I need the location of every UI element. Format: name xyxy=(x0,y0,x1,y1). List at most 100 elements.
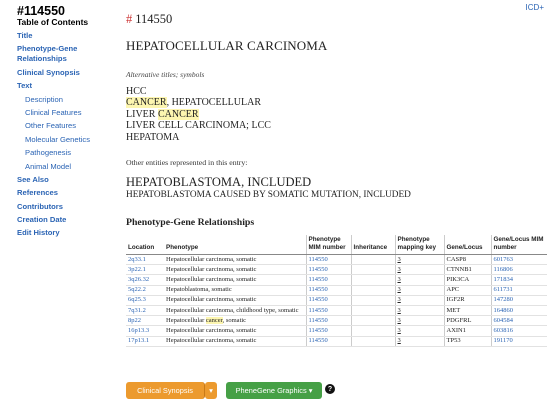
phenotype-text: Hepatocellular carcinoma, somatic xyxy=(166,265,257,273)
phenotype-text: Hepatocellular carcinoma, somatic xyxy=(166,326,257,334)
mapping-key-cell[interactable]: 3 xyxy=(394,336,444,347)
toc-item-clinical-features[interactable]: Clinical Features xyxy=(17,108,109,118)
toc-item-molecular-genetics[interactable]: Molecular Genetics xyxy=(17,135,109,145)
table-header-row: Location Phenotype Phenotype MIM number … xyxy=(126,235,547,255)
gene-locus-cell: CTNNB1 xyxy=(443,264,491,276)
inheritance-cell xyxy=(350,274,395,286)
inheritance-cell xyxy=(350,325,395,337)
phenotype-mim-cell[interactable]: 114550 xyxy=(305,295,351,307)
mapping-key-cell[interactable]: 3 xyxy=(394,305,444,317)
gene-mim-cell[interactable]: 191170 xyxy=(490,336,547,347)
location-cell[interactable]: 3p22.1 xyxy=(126,264,164,276)
location-cell[interactable]: 7q31.2 xyxy=(126,305,164,317)
gene-mim-cell[interactable]: 604584 xyxy=(490,315,547,327)
other-entities-label: Other entities represented in this entry… xyxy=(126,158,248,167)
phenotype-cell: Hepatocellular carcinoma, childhood type… xyxy=(164,305,306,317)
location-cell[interactable]: 3q26.32 xyxy=(126,274,164,286)
toc-item-see-also[interactable]: See Also xyxy=(17,175,109,185)
phenotype-mim-cell[interactable]: 114550 xyxy=(305,336,351,347)
phenotype-gene-table: Location Phenotype Phenotype MIM number … xyxy=(126,235,547,347)
mapping-key-cell[interactable]: 3 xyxy=(394,264,444,276)
col-header-location: Location xyxy=(126,235,164,255)
clinical-synopsis-button[interactable]: Clinical Synopsis xyxy=(126,382,205,399)
gene-mim-cell[interactable]: 601763 xyxy=(490,254,547,266)
toc-item-clinical-synopsis[interactable]: Clinical Synopsis xyxy=(17,68,109,78)
toc-item-creation-date[interactable]: Creation Date xyxy=(17,215,109,225)
toc-item-contributors[interactable]: Contributors xyxy=(17,202,109,212)
phenotype-mim-cell[interactable]: 114550 xyxy=(305,264,351,276)
phenegene-graphics-button[interactable]: PheneGene Graphics ▾ xyxy=(226,382,322,399)
toc-item-text[interactable]: Text xyxy=(17,81,109,91)
location-cell[interactable]: 8p22 xyxy=(126,315,164,327)
location-cell[interactable]: 6q25.3 xyxy=(126,295,164,307)
table-row: 16p13.3 Hepatocellular carcinoma, somatic… xyxy=(126,325,547,337)
toc-item-edit-history[interactable]: Edit History xyxy=(17,228,109,238)
entry-number-value: 114550 xyxy=(135,12,173,26)
phenotype-mim-cell[interactable]: 114550 xyxy=(305,305,351,317)
inheritance-cell xyxy=(350,295,395,307)
phenotype-cell: Hepatocellular carcinoma, somatic xyxy=(164,336,306,347)
phenotype-gene-heading: Phenotype-Gene Relationships xyxy=(126,217,255,228)
mapping-key-cell[interactable]: 3 xyxy=(394,274,444,286)
phenotype-cell: Hepatocellular carcinoma, somatic xyxy=(164,325,306,337)
location-cell[interactable]: 17p13.1 xyxy=(126,336,164,347)
clinical-synopsis-dropdown-button[interactable]: ▾ xyxy=(205,382,217,399)
gene-mim-cell[interactable]: 147280 xyxy=(490,295,547,307)
phenotype-mim-cell[interactable]: 114550 xyxy=(305,274,351,286)
table-body: 2q33.1 Hepatocellular carcinoma, somatic 1… xyxy=(126,254,547,347)
phenotype-mim-cell[interactable]: 114550 xyxy=(305,325,351,337)
phenotype-mim-cell[interactable]: 114550 xyxy=(305,315,351,327)
alt-title-text: LIVER CELL CARCINOMA; LCC xyxy=(126,120,271,132)
phenotype-cell: Hepatocellular carcinoma, somatic xyxy=(164,274,306,286)
col-header-mapping-key: Phenotype mapping key xyxy=(394,235,444,255)
alt-title-text: HCC xyxy=(126,86,147,97)
included-title: HEPATOBLASTOMA, INCLUDED xyxy=(126,175,312,189)
gene-mim-cell[interactable]: 116806 xyxy=(490,264,547,276)
table-row: 3p22.1 Hepatocellular carcinoma, somatic 1… xyxy=(126,264,547,276)
table-row: 2q33.1 Hepatocellular carcinoma, somatic 1… xyxy=(126,254,547,266)
phenotype-cell: Hepatocellular carcinoma, somatic xyxy=(164,264,306,276)
mapping-key-cell[interactable]: 3 xyxy=(394,285,444,296)
toc-item-phenotype-gene-relationships[interactable]: Phenotype-Gene Relationships xyxy=(17,44,109,64)
included-subtitle: HEPATOBLASTOMA CAUSED BY SOMATIC MUTATIO… xyxy=(126,190,411,200)
gene-mim-cell[interactable]: 164860 xyxy=(490,305,547,317)
phenotype-mim-cell[interactable]: 114550 xyxy=(305,254,351,266)
alt-title-text: LIVER xyxy=(126,108,158,120)
icd-plus-link[interactable]: ICD+ xyxy=(526,3,544,12)
gene-locus-cell: PIK3CA xyxy=(443,274,491,286)
search-highlight: CANCER xyxy=(126,97,167,109)
location-cell[interactable]: 5q22.2 xyxy=(126,285,164,296)
mapping-key-cell[interactable]: 3 xyxy=(394,325,444,337)
gene-locus-cell: APC xyxy=(443,285,491,296)
phenotype-cell: Hepatocellular carcinoma, somatic xyxy=(164,295,306,307)
help-icon[interactable]: ? xyxy=(325,384,335,394)
mapping-key-cell[interactable]: 3 xyxy=(394,295,444,307)
location-cell[interactable]: 16p13.3 xyxy=(126,325,164,337)
col-header-phenotype-mim: Phenotype MIM number xyxy=(305,235,351,255)
toc-item-pathogenesis[interactable]: Pathogenesis xyxy=(17,148,109,158)
sidebar: #114550 Table of Contents Title Phenotype… xyxy=(0,0,112,415)
toc-item-references[interactable]: References xyxy=(17,188,109,198)
toc-item-title[interactable]: Title xyxy=(17,31,109,41)
alt-title-line: HEPATOMA xyxy=(126,132,271,143)
inheritance-cell xyxy=(350,315,395,327)
search-highlight: CANCER xyxy=(157,108,199,120)
alt-titles-label: Alternative titles; symbols xyxy=(126,70,205,79)
toc-item-description[interactable]: Description xyxy=(17,95,109,105)
inheritance-cell xyxy=(350,336,395,347)
gene-mim-cell[interactable]: 611731 xyxy=(490,285,547,296)
gene-mim-cell[interactable]: 171834 xyxy=(490,274,547,286)
toc-item-other-features[interactable]: Other Features xyxy=(17,121,109,131)
phenotype-cell: Hepatoblastoma, somatic xyxy=(164,285,306,296)
phenotype-text: Hepatocellular carcinoma, somatic xyxy=(166,255,257,263)
phenotype-mim-cell[interactable]: 114550 xyxy=(305,285,351,296)
mapping-key-cell[interactable]: 3 xyxy=(394,254,444,266)
phenotype-text: Hepatocellular xyxy=(166,316,206,324)
location-cell[interactable]: 2q33.1 xyxy=(126,254,164,266)
toc-list: Title Phenotype-Gene Relationships Clinica… xyxy=(17,31,109,242)
gene-locus-cell: CASP8 xyxy=(443,254,491,266)
mapping-key-cell[interactable]: 3 xyxy=(394,315,444,327)
gene-mim-cell[interactable]: 603816 xyxy=(490,325,547,337)
alt-title-line: LIVER CELL CARCINOMA; LCC xyxy=(126,120,271,131)
toc-item-animal-model[interactable]: Animal Model xyxy=(17,162,109,172)
